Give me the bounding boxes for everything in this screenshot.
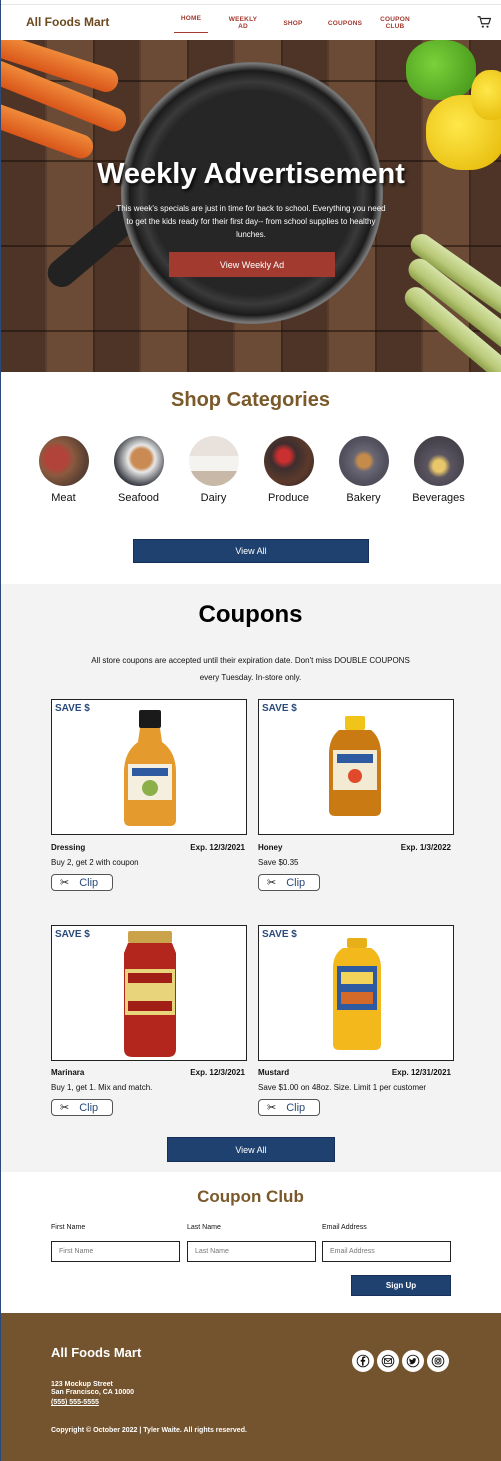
last-name-input[interactable]: Last Name	[187, 1241, 316, 1262]
hero-description: This week's specials are just in time fo…	[116, 204, 386, 239]
coupon-expiration: Exp. 12/3/2021	[190, 843, 245, 852]
clip-coupon-button[interactable]: ✂ Clip	[258, 874, 320, 891]
clip-coupon-button[interactable]: ✂ Clip	[258, 1099, 320, 1116]
category-meat[interactable]: Meat	[26, 436, 101, 504]
clip-coupon-button[interactable]: ✂ Clip	[51, 1099, 113, 1116]
honey-bottle-image	[329, 716, 381, 816]
coupons-view-all-button[interactable]: View All	[167, 1137, 335, 1162]
coupon-card-marinara: SAVE $	[51, 925, 247, 1061]
coupon-name: Dressing	[51, 843, 86, 852]
clip-label: Clip	[286, 1101, 306, 1114]
email-label: Email Address	[322, 1224, 367, 1231]
hero-title: Weekly Advertisement	[97, 158, 405, 190]
coupons-description: All store coupons are accepted until the…	[91, 656, 410, 682]
twitter-icon[interactable]	[402, 1350, 424, 1372]
category-seafood[interactable]: Seafood	[101, 436, 176, 504]
produce-image	[263, 436, 314, 486]
dairy-image	[188, 436, 239, 486]
coupon-description: Buy 2, get 2 with coupon	[51, 858, 139, 867]
footer-phone-link[interactable]: (555) 555-5555	[51, 1399, 99, 1406]
page-edge	[0, 0, 1, 1461]
coupon-name: Mustard	[258, 1068, 290, 1077]
coupon-description: Save $1.00 on 48oz. Size. Limit 1 per cu…	[258, 1083, 427, 1092]
category-label: Bakery	[346, 492, 381, 504]
save-badge: SAVE $	[262, 929, 297, 940]
coupons-title: Coupons	[198, 601, 303, 628]
category-label: Seafood	[118, 492, 159, 504]
coupon-expiration: Exp. 1/3/2022	[400, 843, 451, 852]
bakery-image	[338, 436, 389, 486]
save-badge: SAVE $	[55, 929, 90, 940]
pepper-image	[471, 70, 501, 120]
nav-coupons[interactable]: COUPONS	[325, 5, 365, 41]
first-name-input[interactable]: First Name	[51, 1241, 180, 1262]
save-badge: SAVE $	[262, 703, 297, 714]
coupon-card-honey: SAVE $	[258, 699, 454, 835]
scissors-icon: ✂	[267, 877, 277, 889]
save-badge: SAVE $	[55, 703, 90, 714]
mustard-bottle-image	[333, 938, 381, 1050]
view-weekly-ad-button[interactable]: View Weekly Ad	[169, 252, 335, 277]
frying-pan-image	[121, 62, 383, 324]
brand-logo[interactable]: All Foods Mart	[26, 15, 109, 29]
site-footer: All Foods Mart 123 Mockup Street San Fra…	[1, 1313, 501, 1461]
first-name-label: First Name	[51, 1224, 86, 1231]
categories-view-all-button[interactable]: View All	[133, 539, 369, 563]
seafood-image	[113, 436, 164, 486]
address-line-2: San Francisco, CA 10000	[51, 1389, 135, 1396]
category-label: Dairy	[200, 492, 227, 504]
category-label: Meat	[51, 492, 76, 504]
clip-label: Clip	[79, 1101, 99, 1114]
category-bakery[interactable]: Bakery	[326, 436, 401, 504]
scissors-icon: ✂	[60, 1102, 70, 1114]
nav-coupon-club[interactable]: COUPON CLUB	[375, 5, 415, 41]
category-label: Beverages	[412, 492, 465, 504]
coupon-card-mustard: SAVE $	[258, 925, 454, 1061]
coupon-card-dressing: SAVE $	[51, 699, 247, 835]
address-line-1: 123 Mockup Street	[51, 1381, 113, 1388]
categories-title: Shop Categories	[171, 389, 330, 411]
email-icon[interactable]	[377, 1350, 399, 1372]
clip-coupon-button[interactable]: ✂ Clip	[51, 874, 113, 891]
scissors-icon: ✂	[60, 877, 70, 889]
nav-weekly-ad[interactable]: WEEKLY AD	[223, 5, 263, 41]
footer-copyright: Copyright © October 2022 | Tyler Waite. …	[51, 1427, 247, 1434]
cart-icon[interactable]	[477, 15, 491, 29]
instagram-icon[interactable]	[427, 1350, 449, 1372]
category-produce[interactable]: Produce	[251, 436, 326, 504]
category-label: Produce	[268, 492, 309, 504]
category-dairy[interactable]: Dairy	[176, 436, 251, 504]
coupon-description: Buy 1, get 1. Mix and match.	[51, 1083, 153, 1092]
coupon-name: Honey	[258, 843, 283, 852]
coupon-name: Marinara	[51, 1068, 85, 1077]
nav-shop[interactable]: SHOP	[279, 5, 307, 41]
category-beverages[interactable]: Beverages	[401, 436, 476, 504]
marinara-jar-image	[124, 931, 176, 1057]
dressing-bottle-image	[124, 710, 176, 826]
coupon-description: Save $0.35	[258, 858, 299, 867]
scissors-icon: ✂	[267, 1102, 277, 1114]
email-input[interactable]: Email Address	[322, 1241, 451, 1262]
coupon-club-title: Coupon Club	[197, 1187, 304, 1206]
footer-address: 123 Mockup Street San Francisco, CA 1000…	[51, 1381, 134, 1397]
meat-image	[38, 436, 89, 486]
site-header: All Foods Mart HOME WEEKLY AD SHOP COUPO…	[1, 4, 501, 40]
last-name-label: Last Name	[187, 1224, 221, 1231]
facebook-icon[interactable]	[352, 1350, 374, 1372]
pepper-image	[406, 40, 476, 100]
beverages-image	[413, 436, 464, 486]
footer-brand: All Foods Mart	[51, 1345, 142, 1360]
hero-banner: Weekly Advertisement This week's special…	[1, 40, 501, 372]
clip-label: Clip	[79, 876, 99, 889]
coupon-expiration: Exp. 12/31/2021	[391, 1068, 451, 1077]
nav-home[interactable]: HOME	[174, 5, 208, 33]
sign-up-button[interactable]: Sign Up	[351, 1275, 451, 1296]
coupon-expiration: Exp. 12/3/2021	[190, 1068, 245, 1077]
clip-label: Clip	[286, 876, 306, 889]
